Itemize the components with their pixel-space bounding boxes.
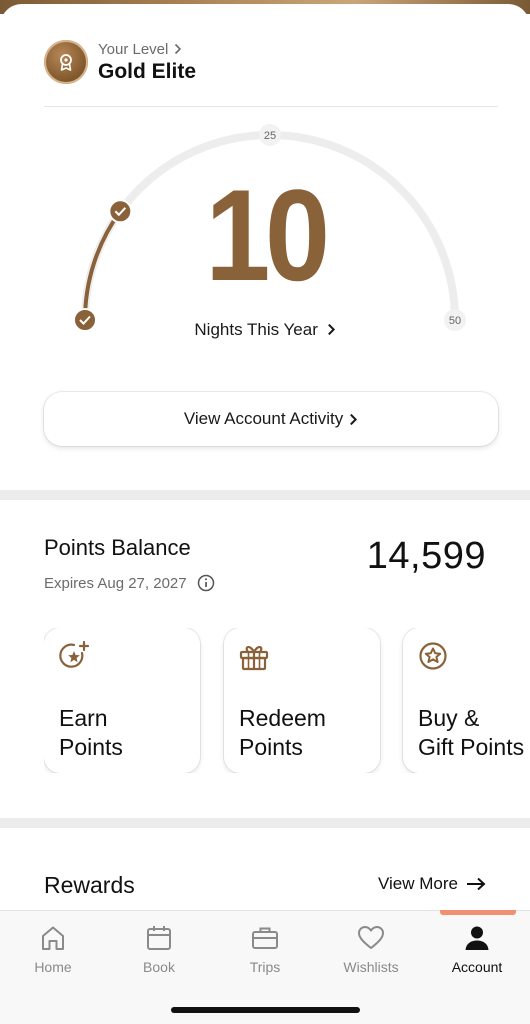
- points-actions: Earn Points Redeem Points Buy & Gift Poi…: [44, 628, 530, 773]
- tab-label: Account: [451, 959, 503, 975]
- tab-label: Trips: [249, 959, 281, 975]
- nights-label: Nights This Year: [194, 320, 318, 339]
- activity-label: View Account Activity: [183, 409, 344, 428]
- tab-label: Home: [34, 959, 72, 975]
- level-caption: Your Level: [98, 40, 169, 58]
- tab-trips[interactable]: Trips: [212, 923, 318, 975]
- tab-account[interactable]: Account: [424, 923, 530, 975]
- chevron-right-icon: [327, 323, 335, 336]
- tab-label: Wishlists: [343, 959, 399, 975]
- level-badge-icon: [44, 40, 88, 84]
- tab-label: Book: [143, 959, 175, 975]
- home-indicator: [171, 1007, 360, 1013]
- gift-icon: [239, 646, 269, 671]
- points-expires: Expires Aug 27, 2027: [44, 574, 187, 592]
- home-icon: [42, 926, 64, 950]
- person-icon: [465, 926, 489, 950]
- milestone-mid-label: 25: [264, 130, 276, 142]
- info-icon[interactable]: [197, 574, 215, 592]
- level-row[interactable]: Your Level Gold Elite: [44, 40, 196, 84]
- active-tab-indicator: [440, 910, 516, 915]
- chevron-right-icon: [350, 413, 358, 425]
- tab-home[interactable]: Home: [0, 923, 106, 975]
- divider: [44, 106, 498, 107]
- star-circle-icon: [419, 642, 447, 670]
- arrow-right-icon: [467, 877, 486, 891]
- points-expiry-row: Expires Aug 27, 2027: [44, 574, 215, 592]
- tile-label: Redeem Points: [239, 705, 326, 760]
- suitcase-icon: [252, 927, 278, 949]
- heart-icon: [358, 926, 384, 949]
- points-title: Points Balance: [44, 535, 191, 560]
- section-divider: [0, 818, 530, 828]
- section-divider: [0, 490, 530, 500]
- tile-label: Buy & Gift Points: [418, 705, 525, 760]
- buy-gift-points-tile[interactable]: Buy & Gift Points: [403, 628, 530, 773]
- tab-book[interactable]: Book: [106, 923, 212, 975]
- rewards-title: Rewards: [44, 872, 135, 898]
- nights-link[interactable]: Nights This Year: [0, 320, 530, 340]
- tile-label: Earn Points: [59, 705, 123, 760]
- nights-count: 10: [205, 162, 330, 308]
- tab-wishlists[interactable]: Wishlists: [318, 923, 424, 975]
- view-account-activity-button[interactable]: View Account Activity: [44, 392, 498, 446]
- chevron-right-icon: [175, 43, 182, 55]
- redeem-points-tile[interactable]: Redeem Points: [224, 628, 380, 773]
- view-more-link[interactable]: View More: [378, 874, 486, 894]
- earn-points-tile[interactable]: Earn Points: [44, 628, 200, 773]
- calendar-icon: [147, 926, 171, 950]
- star-plus-icon: [59, 640, 90, 668]
- view-more-label: View More: [378, 874, 458, 893]
- level-name: Gold Elite: [98, 59, 197, 83]
- points-balance: 14,599: [366, 535, 486, 577]
